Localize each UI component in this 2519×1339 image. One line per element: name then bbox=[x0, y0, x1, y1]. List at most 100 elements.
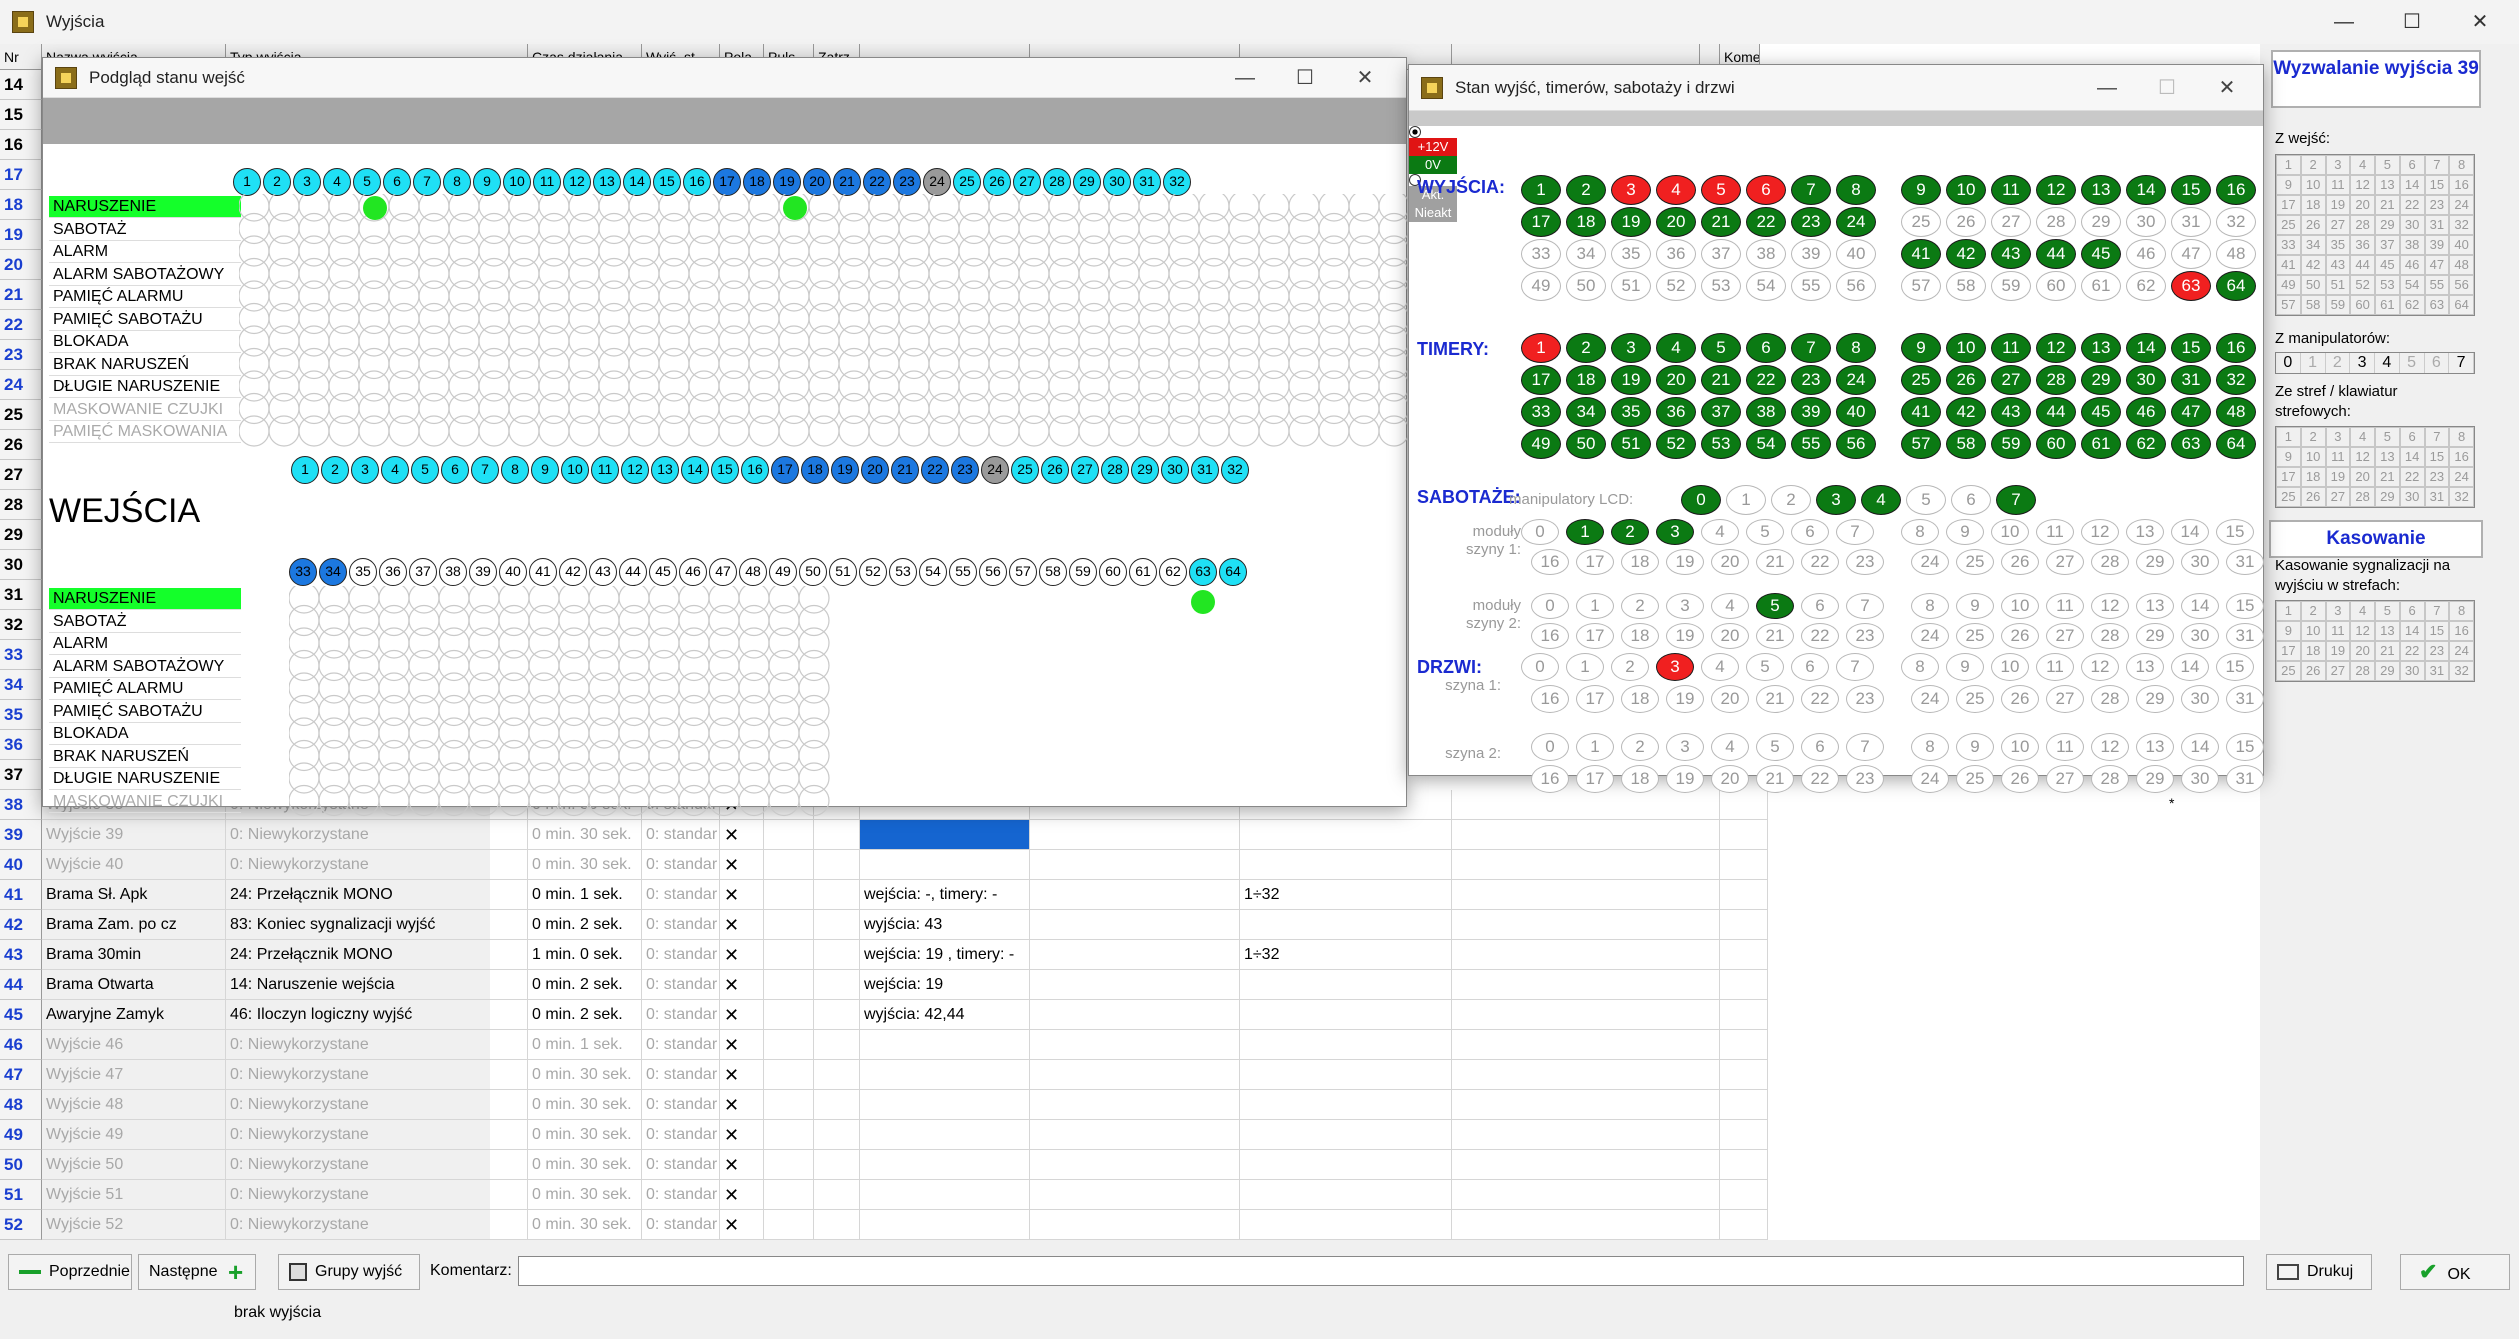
output-time[interactable]: 0 min. 30 sek. bbox=[528, 850, 642, 880]
mini-cell[interactable]: 57 bbox=[2276, 295, 2301, 315]
input-number-17[interactable]: 17 bbox=[771, 456, 799, 484]
mini-cell[interactable]: 8 bbox=[2449, 427, 2474, 447]
status-bubble-53[interactable]: 53 bbox=[1701, 271, 1741, 301]
status-bubble-33[interactable]: 33 bbox=[1521, 397, 1561, 427]
input-number-44[interactable]: 44 bbox=[619, 558, 647, 586]
status-maximize-button[interactable]: ☐ bbox=[2137, 65, 2197, 111]
output-cell[interactable] bbox=[1030, 940, 1240, 970]
status-bubble-28[interactable]: 28 bbox=[2036, 207, 2076, 237]
mini-cell[interactable]: 23 bbox=[2424, 641, 2450, 661]
status-bubble-44[interactable]: 44 bbox=[2036, 397, 2076, 427]
mini-cell[interactable]: 6 bbox=[2399, 601, 2425, 621]
status-bubble-28[interactable]: 28 bbox=[2036, 365, 2076, 395]
status-bubble-10[interactable]: 10 bbox=[1991, 653, 2029, 681]
status-bubble-7[interactable]: 7 bbox=[1846, 733, 1884, 761]
status-bubble-7[interactable]: 7 bbox=[1836, 653, 1874, 681]
status-bubble-28[interactable]: 28 bbox=[2091, 765, 2129, 793]
output-trigger-info[interactable] bbox=[860, 1030, 1030, 1060]
mini-cell[interactable]: 1 bbox=[2276, 601, 2301, 621]
output-comment[interactable] bbox=[1720, 1210, 1768, 1240]
status-bubble-4[interactable]: 4 bbox=[1711, 593, 1749, 619]
status-bubble-58[interactable]: 58 bbox=[1946, 429, 1986, 459]
output-cell[interactable] bbox=[1452, 910, 1720, 940]
status-bubble-9[interactable]: 9 bbox=[1946, 519, 1984, 545]
input-number-32[interactable]: 32 bbox=[1163, 168, 1191, 196]
status-bubble-25[interactable]: 25 bbox=[1956, 549, 1994, 575]
output-mode[interactable]: 0: standar bbox=[642, 1210, 720, 1240]
mini-cell[interactable]: 27 bbox=[2325, 661, 2351, 681]
input-number-43[interactable]: 43 bbox=[589, 558, 617, 586]
status-bubble-57[interactable]: 57 bbox=[1901, 429, 1941, 459]
mini-cell[interactable]: 47 bbox=[2424, 255, 2450, 275]
output-type[interactable]: 0: Niewykorzystane bbox=[226, 1060, 528, 1090]
status-bubble-22[interactable]: 22 bbox=[1801, 549, 1839, 575]
status-bubble-54[interactable]: 54 bbox=[1746, 429, 1786, 459]
status-bubble-39[interactable]: 39 bbox=[1791, 397, 1831, 427]
ok-button[interactable]: ✔ OK bbox=[2400, 1254, 2510, 1290]
status-bubble-19[interactable]: 19 bbox=[1611, 207, 1651, 237]
minimize-button[interactable]: — bbox=[2310, 0, 2378, 44]
status-bubble-61[interactable]: 61 bbox=[2081, 429, 2121, 459]
status-bubble-49[interactable]: 49 bbox=[1521, 429, 1561, 459]
status-bubble-10[interactable]: 10 bbox=[1946, 175, 1986, 205]
status-bubble-31[interactable]: 31 bbox=[2171, 365, 2211, 395]
input-number-14[interactable]: 14 bbox=[623, 168, 651, 196]
mini-cell[interactable]: 38 bbox=[2399, 235, 2425, 255]
mini-cell[interactable]: 14 bbox=[2399, 621, 2425, 641]
output-cell[interactable] bbox=[764, 970, 814, 1000]
status-bubble-14[interactable]: 14 bbox=[2181, 593, 2219, 619]
output-cell[interactable] bbox=[1452, 1150, 1720, 1180]
status-bubble-15[interactable]: 15 bbox=[2171, 175, 2211, 205]
input-number-30[interactable]: 30 bbox=[1161, 456, 1189, 484]
status-bubble-6[interactable]: 6 bbox=[1791, 653, 1829, 681]
output-name[interactable]: Wyjście 40 bbox=[42, 850, 226, 880]
input-number-21[interactable]: 21 bbox=[891, 456, 919, 484]
output-time[interactable]: 0 min. 30 sek. bbox=[528, 1210, 642, 1240]
status-bubble-20[interactable]: 20 bbox=[1711, 549, 1749, 575]
status-bubble-7[interactable]: 7 bbox=[1996, 485, 2036, 515]
status-bubble-45[interactable]: 45 bbox=[2081, 239, 2121, 269]
input-number-1[interactable]: 1 bbox=[291, 456, 319, 484]
status-bubble-7[interactable]: 7 bbox=[1846, 593, 1884, 619]
output-cell[interactable] bbox=[764, 1120, 814, 1150]
mini-cell[interactable]: 5 bbox=[2375, 155, 2400, 175]
output-cell[interactable] bbox=[1452, 1210, 1720, 1240]
output-trigger-info[interactable] bbox=[860, 1150, 1030, 1180]
status-bubble-62[interactable]: 62 bbox=[2126, 429, 2166, 459]
status-bubble-7[interactable]: 7 bbox=[1791, 175, 1831, 205]
output-cell[interactable] bbox=[814, 880, 860, 910]
input-number-39[interactable]: 39 bbox=[469, 558, 497, 586]
status-bubble-56[interactable]: 56 bbox=[1836, 271, 1876, 301]
output-zones[interactable] bbox=[1240, 1030, 1452, 1060]
status-bubble-31[interactable]: 31 bbox=[2226, 549, 2264, 575]
mini-cell[interactable]: 25 bbox=[2276, 487, 2301, 507]
input-number-34[interactable]: 34 bbox=[319, 558, 347, 586]
keypad-cell[interactable]: 5 bbox=[2400, 353, 2425, 373]
mini-cell[interactable]: 14 bbox=[2399, 447, 2425, 467]
mini-cell[interactable]: 3 bbox=[2325, 601, 2351, 621]
status-bubble-3[interactable]: 3 bbox=[1666, 593, 1704, 619]
mini-cell[interactable]: 37 bbox=[2375, 235, 2400, 255]
status-close-button[interactable]: ✕ bbox=[2197, 65, 2257, 111]
status-bubble-6[interactable]: 6 bbox=[1801, 733, 1839, 761]
input-number-16[interactable]: 16 bbox=[683, 168, 711, 196]
output-mode[interactable]: 0: standar bbox=[642, 820, 720, 850]
output-mode[interactable]: 0: standar bbox=[642, 940, 720, 970]
output-cell[interactable] bbox=[1452, 1120, 1720, 1150]
mini-cell[interactable]: 21 bbox=[2375, 467, 2400, 487]
input-number-35[interactable]: 35 bbox=[349, 558, 377, 586]
status-bubble-29[interactable]: 29 bbox=[2081, 207, 2121, 237]
status-bubble-12[interactable]: 12 bbox=[2081, 519, 2119, 545]
status-bubble-26[interactable]: 26 bbox=[2001, 623, 2039, 649]
output-cell[interactable] bbox=[764, 880, 814, 910]
mini-cell[interactable]: 18 bbox=[2300, 467, 2326, 487]
mini-cell[interactable]: 27 bbox=[2325, 487, 2351, 507]
status-bubble-0[interactable]: 0 bbox=[1521, 519, 1559, 545]
status-bubble-24[interactable]: 24 bbox=[1911, 549, 1949, 575]
input-number-50[interactable]: 50 bbox=[799, 558, 827, 586]
status-bubble-3[interactable]: 3 bbox=[1611, 333, 1651, 363]
keypad-cell[interactable]: 6 bbox=[2425, 353, 2450, 373]
status-bubble-31[interactable]: 31 bbox=[2171, 207, 2211, 237]
status-bubble-1[interactable]: 1 bbox=[1566, 519, 1604, 545]
mini-cell[interactable]: 39 bbox=[2424, 235, 2450, 255]
